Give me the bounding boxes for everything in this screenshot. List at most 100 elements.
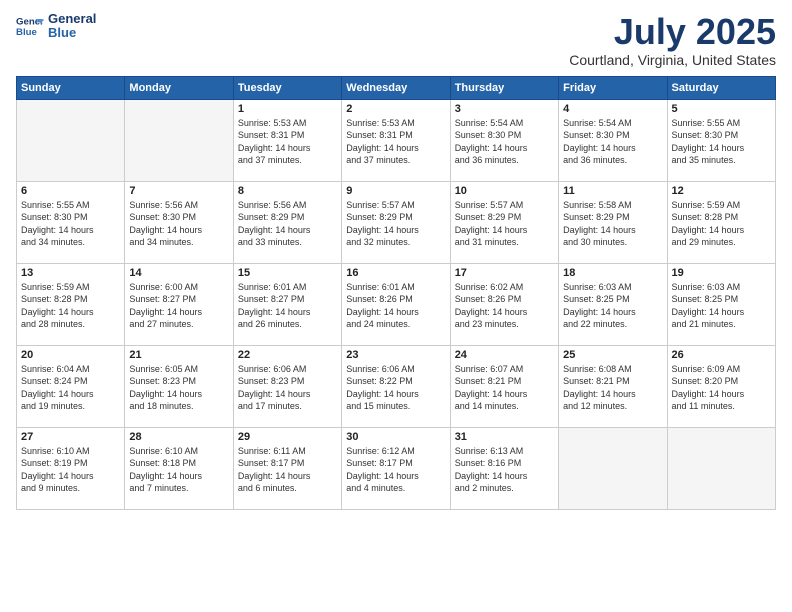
day-number: 25 xyxy=(563,349,662,361)
calendar-week-row: 6Sunrise: 5:55 AMSunset: 8:30 PMDaylight… xyxy=(17,181,776,263)
table-row: 5 Sunrise: 5:55 AMSunset: 8:30 PMDaylight… xyxy=(667,99,775,181)
day-info: Sunrise: 6:06 AMSunset: 8:23 PMDaylight:… xyxy=(238,363,337,413)
day-number: 14 xyxy=(129,267,228,279)
col-tuesday: Tuesday xyxy=(233,76,341,99)
day-number: 6 xyxy=(21,185,120,197)
table-row: 2 Sunrise: 5:53 AMSunset: 8:31 PMDaylight… xyxy=(342,99,450,181)
day-info: Sunrise: 6:07 AMSunset: 8:21 PMDaylight:… xyxy=(455,363,554,413)
day-info: Sunrise: 6:06 AMSunset: 8:22 PMDaylight:… xyxy=(346,363,445,413)
table-row xyxy=(667,427,775,509)
day-number: 10 xyxy=(455,185,554,197)
day-info: Sunrise: 6:04 AMSunset: 8:24 PMDaylight:… xyxy=(21,363,120,413)
table-row: 25 Sunrise: 6:08 AMSunset: 8:21 PMDayligh… xyxy=(559,345,667,427)
day-number: 30 xyxy=(346,431,445,443)
day-number: 18 xyxy=(563,267,662,279)
day-info: Sunrise: 6:13 AMSunset: 8:16 PMDaylight:… xyxy=(455,445,554,495)
location: Courtland, Virginia, United States xyxy=(569,52,776,68)
day-info: Sunrise: 6:10 AMSunset: 8:19 PMDaylight:… xyxy=(21,445,120,495)
table-row: 21Sunrise: 6:05 AMSunset: 8:23 PMDayligh… xyxy=(125,345,233,427)
table-row: 13 Sunrise: 5:59 AMSunset: 8:28 PMDayligh… xyxy=(17,263,125,345)
table-row: 29 Sunrise: 6:11 AMSunset: 8:17 PMDayligh… xyxy=(233,427,341,509)
table-row: 6Sunrise: 5:55 AMSunset: 8:30 PMDaylight… xyxy=(17,181,125,263)
svg-text:Blue: Blue xyxy=(16,27,37,38)
day-number: 8 xyxy=(238,185,337,197)
day-number: 22 xyxy=(238,349,337,361)
day-number: 7 xyxy=(129,185,228,197)
table-row: 17 Sunrise: 6:02 AMSunset: 8:26 PMDayligh… xyxy=(450,263,558,345)
day-number: 20 xyxy=(21,349,120,361)
col-saturday: Saturday xyxy=(667,76,775,99)
table-row: 31 Sunrise: 6:13 AMSunset: 8:16 PMDayligh… xyxy=(450,427,558,509)
table-row: 16 Sunrise: 6:01 AMSunset: 8:26 PMDayligh… xyxy=(342,263,450,345)
col-wednesday: Wednesday xyxy=(342,76,450,99)
day-info: Sunrise: 5:54 AMSunset: 8:30 PMDaylight:… xyxy=(455,117,554,167)
table-row xyxy=(125,99,233,181)
table-row: 28 Sunrise: 6:10 AMSunset: 8:18 PMDayligh… xyxy=(125,427,233,509)
table-row: 14 Sunrise: 6:00 AMSunset: 8:27 PMDayligh… xyxy=(125,263,233,345)
day-number: 4 xyxy=(563,103,662,115)
table-row: 18 Sunrise: 6:03 AMSunset: 8:25 PMDayligh… xyxy=(559,263,667,345)
table-row: 30 Sunrise: 6:12 AMSunset: 8:17 PMDayligh… xyxy=(342,427,450,509)
day-number: 16 xyxy=(346,267,445,279)
day-info: Sunrise: 6:08 AMSunset: 8:21 PMDaylight:… xyxy=(563,363,662,413)
day-number: 31 xyxy=(455,431,554,443)
calendar-header-row: Sunday Monday Tuesday Wednesday Thursday… xyxy=(17,76,776,99)
day-info: Sunrise: 5:56 AMSunset: 8:30 PMDaylight:… xyxy=(129,199,228,249)
table-row: 27 Sunrise: 6:10 AMSunset: 8:19 PMDayligh… xyxy=(17,427,125,509)
table-row: 8 Sunrise: 5:56 AMSunset: 8:29 PMDaylight… xyxy=(233,181,341,263)
table-row: 1Sunrise: 5:53 AMSunset: 8:31 PMDaylight… xyxy=(233,99,341,181)
day-number: 3 xyxy=(455,103,554,115)
day-number: 29 xyxy=(238,431,337,443)
day-info: Sunrise: 6:02 AMSunset: 8:26 PMDaylight:… xyxy=(455,281,554,331)
day-info: Sunrise: 5:59 AMSunset: 8:28 PMDaylight:… xyxy=(21,281,120,331)
logo: General Blue General Blue xyxy=(16,12,96,41)
calendar-week-row: 13 Sunrise: 5:59 AMSunset: 8:28 PMDayligh… xyxy=(17,263,776,345)
day-number: 24 xyxy=(455,349,554,361)
day-info: Sunrise: 6:03 AMSunset: 8:25 PMDaylight:… xyxy=(672,281,771,331)
table-row xyxy=(17,99,125,181)
table-row: 12Sunrise: 5:59 AMSunset: 8:28 PMDayligh… xyxy=(667,181,775,263)
day-info: Sunrise: 5:58 AMSunset: 8:29 PMDaylight:… xyxy=(563,199,662,249)
day-info: Sunrise: 6:11 AMSunset: 8:17 PMDaylight:… xyxy=(238,445,337,495)
table-row: 7 Sunrise: 5:56 AMSunset: 8:30 PMDaylight… xyxy=(125,181,233,263)
logo-line1: General xyxy=(48,12,96,26)
calendar-table: Sunday Monday Tuesday Wednesday Thursday… xyxy=(16,76,776,510)
day-info: Sunrise: 6:10 AMSunset: 8:18 PMDaylight:… xyxy=(129,445,228,495)
day-number: 21 xyxy=(129,349,228,361)
day-info: Sunrise: 6:00 AMSunset: 8:27 PMDaylight:… xyxy=(129,281,228,331)
calendar-week-row: 20 Sunrise: 6:04 AMSunset: 8:24 PMDayligh… xyxy=(17,345,776,427)
table-row: 20 Sunrise: 6:04 AMSunset: 8:24 PMDayligh… xyxy=(17,345,125,427)
day-info: Sunrise: 5:54 AMSunset: 8:30 PMDaylight:… xyxy=(563,117,662,167)
day-number: 13 xyxy=(21,267,120,279)
day-number: 15 xyxy=(238,267,337,279)
day-number: 17 xyxy=(455,267,554,279)
logo-icon: General Blue xyxy=(16,12,44,40)
day-info: Sunrise: 6:09 AMSunset: 8:20 PMDaylight:… xyxy=(672,363,771,413)
table-row: 19Sunrise: 6:03 AMSunset: 8:25 PMDayligh… xyxy=(667,263,775,345)
col-monday: Monday xyxy=(125,76,233,99)
header: General Blue General Blue July 2025 Cour… xyxy=(16,12,776,68)
day-number: 28 xyxy=(129,431,228,443)
day-info: Sunrise: 6:03 AMSunset: 8:25 PMDaylight:… xyxy=(563,281,662,331)
table-row xyxy=(559,427,667,509)
table-row: 10Sunrise: 5:57 AMSunset: 8:29 PMDayligh… xyxy=(450,181,558,263)
table-row: 15Sunrise: 6:01 AMSunset: 8:27 PMDayligh… xyxy=(233,263,341,345)
day-info: Sunrise: 5:55 AMSunset: 8:30 PMDaylight:… xyxy=(672,117,771,167)
day-number: 2 xyxy=(346,103,445,115)
day-number: 11 xyxy=(563,185,662,197)
day-number: 23 xyxy=(346,349,445,361)
table-row: 4 Sunrise: 5:54 AMSunset: 8:30 PMDaylight… xyxy=(559,99,667,181)
day-info: Sunrise: 5:53 AMSunset: 8:31 PMDaylight:… xyxy=(346,117,445,167)
col-sunday: Sunday xyxy=(17,76,125,99)
day-number: 26 xyxy=(672,349,771,361)
page: General Blue General Blue July 2025 Cour… xyxy=(0,0,792,612)
day-info: Sunrise: 6:12 AMSunset: 8:17 PMDaylight:… xyxy=(346,445,445,495)
day-info: Sunrise: 5:57 AMSunset: 8:29 PMDaylight:… xyxy=(346,199,445,249)
day-info: Sunrise: 5:56 AMSunset: 8:29 PMDaylight:… xyxy=(238,199,337,249)
table-row: 9Sunrise: 5:57 AMSunset: 8:29 PMDaylight… xyxy=(342,181,450,263)
day-number: 27 xyxy=(21,431,120,443)
day-info: Sunrise: 6:01 AMSunset: 8:26 PMDaylight:… xyxy=(346,281,445,331)
table-row: 24 Sunrise: 6:07 AMSunset: 8:21 PMDayligh… xyxy=(450,345,558,427)
day-number: 5 xyxy=(672,103,771,115)
table-row: 11 Sunrise: 5:58 AMSunset: 8:29 PMDayligh… xyxy=(559,181,667,263)
